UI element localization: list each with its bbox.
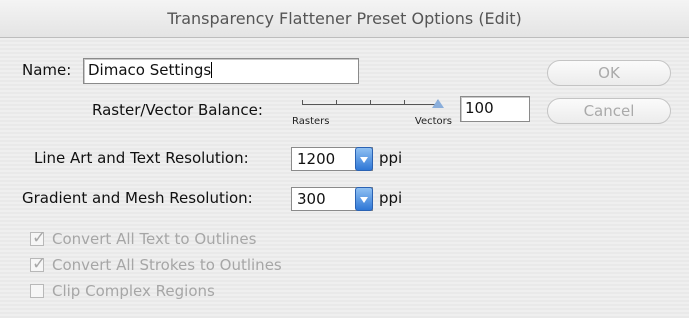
text-cursor xyxy=(211,62,213,78)
line-art-label: Line Art and Text Resolution: xyxy=(34,149,249,167)
raster-vector-slider[interactable]: Rasters Vectors xyxy=(292,94,452,134)
slider-min-label: Rasters xyxy=(292,116,330,127)
gradient-resolution-value: 300 xyxy=(297,190,326,208)
checkbox[interactable]: ✓ xyxy=(30,254,46,274)
window-title: Transparency Flattener Preset Options (E… xyxy=(0,0,689,38)
slider-tick xyxy=(302,100,303,104)
balance-input[interactable]: 100 xyxy=(460,96,530,122)
ok-button[interactable]: OK xyxy=(547,60,671,86)
slider-tick xyxy=(370,100,371,104)
checkbox[interactable]: ✓ xyxy=(30,228,46,248)
gradient-resolution-select[interactable]: 300 xyxy=(291,187,373,211)
line-art-resolution-select[interactable]: 1200 xyxy=(291,147,373,171)
slider-tick xyxy=(404,100,405,104)
checkmark-icon: ✓ xyxy=(32,228,47,248)
line-art-unit: ppi xyxy=(379,149,403,167)
option-label: Clip Complex Regions xyxy=(52,282,215,300)
balance-input-value: 100 xyxy=(465,99,494,117)
gradient-label: Gradient and Mesh Resolution: xyxy=(22,189,253,207)
checkbox[interactable]: ✓ xyxy=(30,284,44,298)
checkmark-icon: ✓ xyxy=(32,254,47,274)
option-label: Convert All Text to Outlines xyxy=(52,230,257,248)
chevron-down-icon[interactable] xyxy=(355,187,373,211)
slider-track xyxy=(302,104,438,105)
cancel-button[interactable]: Cancel xyxy=(547,98,671,124)
option-label: Convert All Strokes to Outlines xyxy=(52,256,282,274)
name-input[interactable]: Dimaco Settings xyxy=(83,58,359,84)
gradient-unit: ppi xyxy=(379,189,403,207)
chevron-down-icon[interactable] xyxy=(355,147,373,171)
slider-max-label: Vectors xyxy=(414,116,452,127)
slider-thumb[interactable] xyxy=(432,99,444,108)
name-label: Name: xyxy=(22,61,72,79)
name-input-value: Dimaco Settings xyxy=(88,61,212,79)
dialog-pane: Name: Dimaco Settings Raster/Vector Bala… xyxy=(0,38,689,318)
line-art-resolution-value: 1200 xyxy=(297,150,336,168)
balance-label: Raster/Vector Balance: xyxy=(92,101,263,119)
slider-tick xyxy=(336,100,337,104)
